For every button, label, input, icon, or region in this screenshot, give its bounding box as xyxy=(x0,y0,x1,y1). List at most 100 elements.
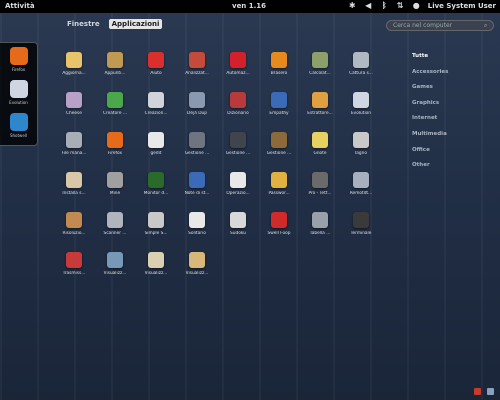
tab-applications[interactable]: Applicazioni xyxy=(108,19,163,29)
app-launcher[interactable]: Terminale xyxy=(342,204,380,242)
app-launcher[interactable]: Visualizz... xyxy=(137,244,175,282)
app-launcher[interactable]: Monitor d... xyxy=(137,164,175,202)
app-launcher[interactable]: Gestione ... xyxy=(219,124,257,162)
app-label: Visualizz... xyxy=(144,271,168,276)
app-launcher[interactable]: Déjà Dup xyxy=(178,84,216,122)
search-input[interactable]: Cerca nel computer ⌕ xyxy=(386,20,494,31)
app-icon xyxy=(230,132,246,148)
app-launcher[interactable]: Gnote xyxy=(301,124,339,162)
app-launcher[interactable]: Cattura s... xyxy=(342,44,380,82)
app-launcher[interactable]: Scanner ... xyxy=(96,204,134,242)
notification-icon[interactable] xyxy=(474,388,481,395)
app-launcher[interactable]: Swell Foop xyxy=(260,204,298,242)
app-label: Iagno xyxy=(355,151,367,156)
app-label: Evolution xyxy=(350,111,372,116)
app-icon xyxy=(353,132,369,148)
app-launcher[interactable]: Estrattore... xyxy=(301,84,339,122)
app-launcher[interactable]: Tabella ... xyxy=(301,204,339,242)
tab-windows[interactable]: Finestre xyxy=(64,19,103,29)
app-label: Creatore ... xyxy=(102,111,128,116)
user-status-icon[interactable]: ● xyxy=(412,1,421,10)
app-icon xyxy=(148,252,164,268)
app-launcher[interactable]: Calcolat... xyxy=(301,44,339,82)
dash-item-evolution[interactable]: Evolution xyxy=(4,79,33,109)
app-icon xyxy=(312,172,328,188)
app-launcher[interactable]: Operazio... xyxy=(219,164,257,202)
app-icon xyxy=(312,52,328,68)
category-multimedia[interactable]: Multimedia xyxy=(412,131,448,147)
app-launcher[interactable]: Brasero xyxy=(260,44,298,82)
app-launcher[interactable]: Risoluzio... xyxy=(55,204,93,242)
app-launcher[interactable]: Trasmiss... xyxy=(55,244,93,282)
network-icon[interactable]: ⇅ xyxy=(396,1,405,10)
app-launcher[interactable]: Automaz... xyxy=(219,44,257,82)
volume-icon[interactable]: ◀ xyxy=(364,1,373,10)
app-icon xyxy=(312,212,328,228)
dash-item-label: Evolution xyxy=(9,100,28,105)
app-label: Calcolat... xyxy=(309,71,331,76)
search-icon: ⌕ xyxy=(484,21,488,29)
app-icon xyxy=(66,52,82,68)
search-placeholder: Cerca nel computer xyxy=(393,22,453,29)
app-launcher[interactable]: Passwor... xyxy=(260,164,298,202)
app-launcher[interactable]: Evolution xyxy=(342,84,380,122)
app-launcher[interactable]: Creazion... xyxy=(137,84,175,122)
category-graphics[interactable]: Graphics xyxy=(412,100,448,116)
app-launcher[interactable]: Solitario xyxy=(178,204,216,242)
app-icon xyxy=(148,132,164,148)
app-label: Mine xyxy=(109,191,121,196)
app-launcher[interactable]: Firefox xyxy=(96,124,134,162)
app-label: Cattura s... xyxy=(349,71,373,76)
app-icon xyxy=(66,212,82,228)
app-launcher[interactable]: Aiuto xyxy=(137,44,175,82)
category-other[interactable]: Other xyxy=(412,162,448,178)
app-launcher[interactable]: Aggiorna... xyxy=(55,44,93,82)
category-tutte[interactable]: Tutte xyxy=(412,53,448,69)
app-launcher[interactable]: Simple S... xyxy=(137,204,175,242)
app-launcher[interactable]: Appunti... xyxy=(96,44,134,82)
app-launcher[interactable]: Visualizz... xyxy=(96,244,134,282)
app-launcher[interactable]: Remotdt... xyxy=(342,164,380,202)
top-panel: Attività ven 1.16 ✱ ◀ ᛒ ⇅ ● Live System … xyxy=(0,0,500,13)
app-launcher[interactable]: Note di st... xyxy=(178,164,216,202)
app-label: Simple S... xyxy=(144,231,168,236)
status-icon[interactable] xyxy=(487,388,494,395)
category-accessories[interactable]: Accessories xyxy=(412,69,448,85)
app-label: Estrattore... xyxy=(307,111,333,116)
message-tray-icons xyxy=(474,388,494,395)
bluetooth-icon[interactable]: ᛒ xyxy=(380,1,389,10)
app-launcher[interactable]: Creatore ... xyxy=(96,84,134,122)
app-label: Brasero xyxy=(270,71,288,76)
app-label: Trasmiss... xyxy=(62,271,86,276)
app-launcher[interactable]: Dizionario xyxy=(219,84,257,122)
app-label: Analizzat... xyxy=(185,71,209,76)
app-icon xyxy=(107,132,123,148)
dash-item-firefox[interactable]: Firefox xyxy=(4,46,33,76)
app-launcher[interactable]: Visualizz... xyxy=(178,244,216,282)
category-games[interactable]: Games xyxy=(412,84,448,100)
accessibility-icon[interactable]: ✱ xyxy=(348,1,357,10)
category-list: Tutte Accessories Games Graphics Internet Mul… xyxy=(412,53,448,178)
user-menu[interactable]: Live System User xyxy=(428,2,496,10)
category-office[interactable]: Office xyxy=(412,147,448,163)
clock[interactable]: ven 1.16 xyxy=(232,2,266,10)
app-launcher[interactable]: Sudoku xyxy=(219,204,257,242)
app-launcher[interactable]: Pro - Tett... xyxy=(301,164,339,202)
app-launcher[interactable]: Cheese xyxy=(55,84,93,122)
app-icon xyxy=(107,252,123,268)
app-icon xyxy=(230,212,246,228)
app-launcher[interactable]: gedit xyxy=(137,124,175,162)
app-launcher[interactable]: Iagno xyxy=(342,124,380,162)
app-launcher[interactable]: File mana... xyxy=(55,124,93,162)
app-label: Swell Foop xyxy=(267,231,291,236)
category-internet[interactable]: Internet xyxy=(412,115,448,131)
app-label: Remotdt... xyxy=(349,191,373,196)
app-launcher[interactable]: Empathy xyxy=(260,84,298,122)
dash-item-shotwell[interactable]: Shotwell xyxy=(4,112,33,142)
activities-button[interactable]: Attività xyxy=(5,2,35,10)
app-launcher[interactable]: Mine xyxy=(96,164,134,202)
app-launcher[interactable]: Gestione ... xyxy=(260,124,298,162)
app-launcher[interactable]: Gestione ... xyxy=(178,124,216,162)
app-launcher[interactable]: Analizzat... xyxy=(178,44,216,82)
app-launcher[interactable]: Installa s... xyxy=(55,164,93,202)
